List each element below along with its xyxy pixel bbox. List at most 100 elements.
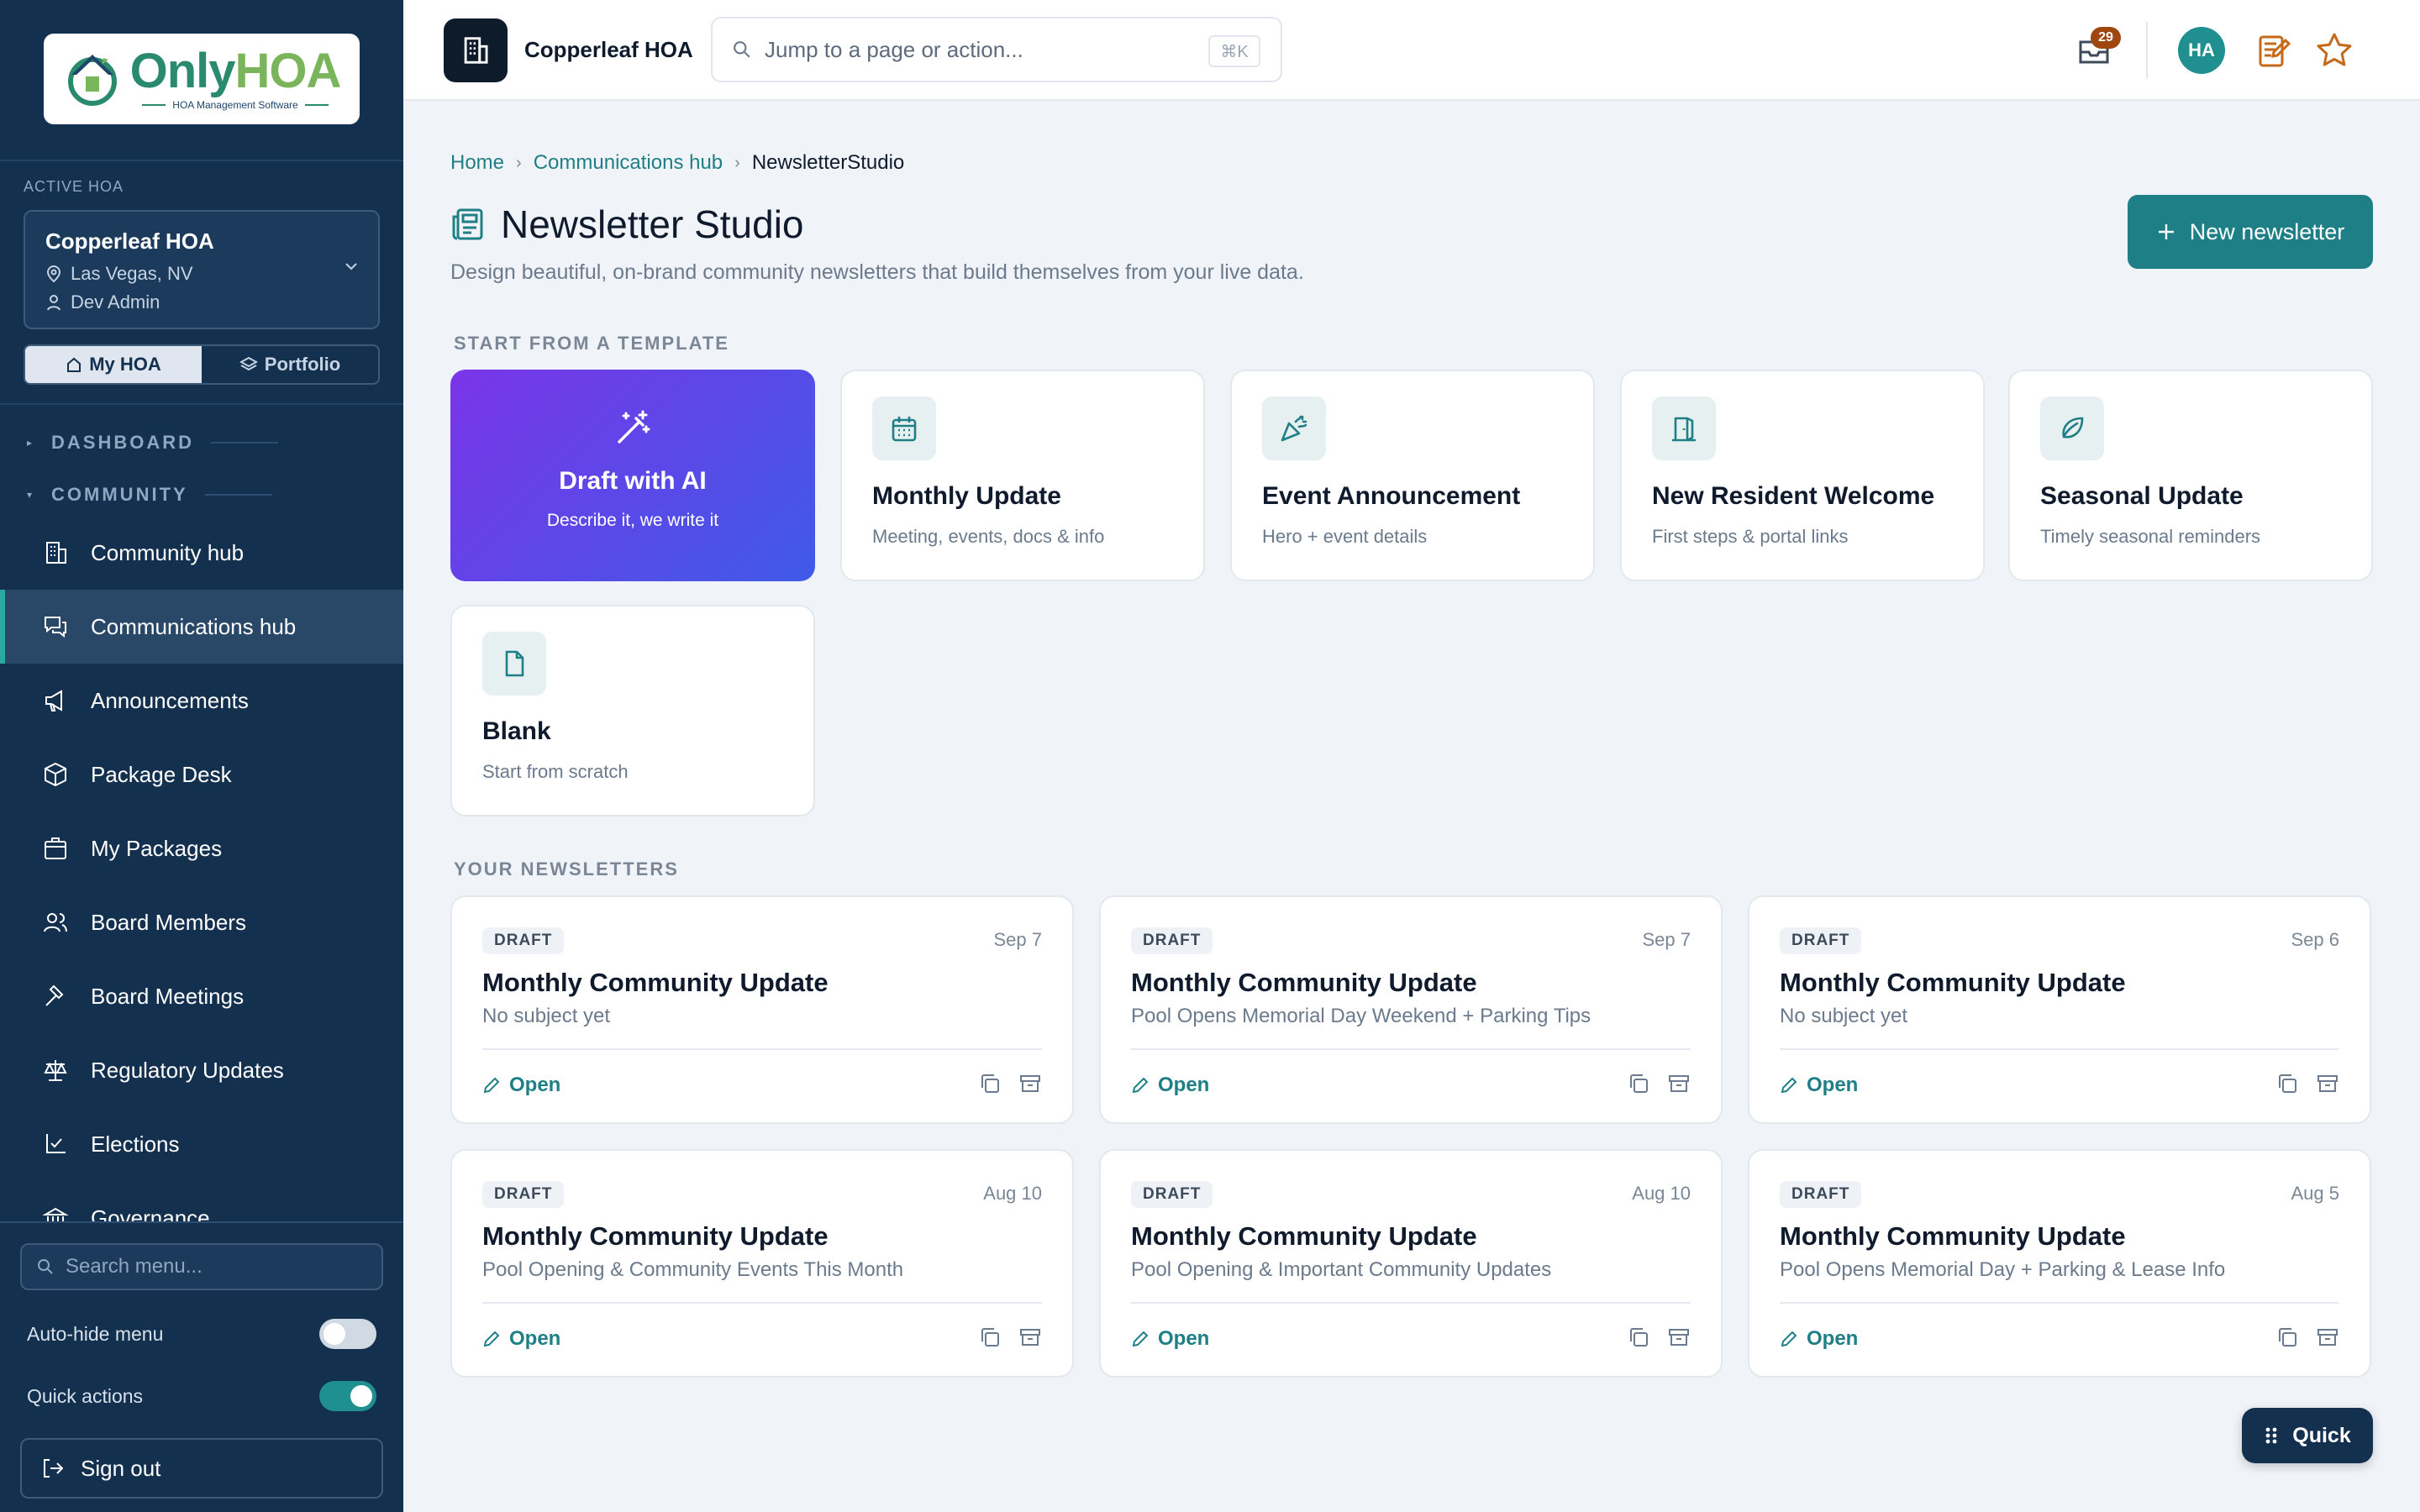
newsletter-date: Aug 5 — [2291, 1183, 2340, 1204]
duplicate-icon[interactable] — [1625, 1070, 1652, 1097]
my-hoa-tab[interactable]: My HOA — [25, 346, 202, 383]
newsletter-date: Sep 7 — [993, 929, 1043, 950]
app-building-button[interactable] — [444, 18, 508, 82]
quick-actions-label: Quick actions — [27, 1384, 144, 1407]
auto-hide-label: Auto-hide menu — [27, 1322, 164, 1345]
sidebar: OnlyHOA HOA Management Software ACTIVE H… — [0, 0, 403, 1512]
duplicate-icon[interactable] — [1625, 1324, 1652, 1351]
template-title: Draft with AI — [559, 467, 707, 495]
sidebar-item-announcements[interactable]: Announcements — [0, 664, 403, 738]
template-monthly-update[interactable]: Monthly Update Meeting, events, docs & i… — [840, 370, 1205, 581]
open-newsletter-button[interactable]: Open — [1780, 1327, 1858, 1351]
sidebar-item-my-packages[interactable]: My Packages — [0, 811, 403, 885]
newsletter-date: Aug 10 — [1632, 1183, 1691, 1204]
breadcrumb-communications-hub[interactable]: Communications hub — [534, 151, 723, 175]
archive-icon[interactable] — [1017, 1070, 1044, 1097]
status-badge: DRAFT — [482, 927, 565, 954]
new-newsletter-button[interactable]: New newsletter — [2128, 195, 2373, 269]
caret-right-icon: ▸ — [27, 437, 35, 449]
breadcrumb-home[interactable]: Home — [450, 151, 504, 175]
template-desc: Timely seasonal reminders — [2040, 526, 2261, 547]
template-desc: Meeting, events, docs & info — [872, 526, 1105, 547]
sidebar-item-board-meetings[interactable]: Board Meetings — [0, 959, 403, 1033]
notepad-edit-icon[interactable] — [2254, 30, 2294, 71]
duplicate-icon[interactable] — [2274, 1324, 2301, 1351]
chevron-down-icon — [345, 263, 357, 270]
newsletter-card: DRAFT Aug 10 Monthly Community Update Po… — [450, 1149, 1074, 1378]
quick-actions-toggle[interactable] — [319, 1381, 376, 1411]
template-title: Monthly Update — [872, 482, 1061, 510]
star-icon[interactable] — [2314, 30, 2354, 71]
party-popper-icon — [1281, 415, 1307, 442]
user-avatar[interactable]: HA — [2178, 27, 2225, 74]
hoa-name: Copperleaf HOA — [45, 228, 214, 254]
layers-icon — [239, 356, 258, 371]
quick-actions-button[interactable]: Quick — [2242, 1408, 2373, 1463]
archive-icon[interactable] — [1665, 1324, 1692, 1351]
logo-house-icon — [67, 55, 117, 106]
newsletter-subject: Pool Opening & Important Community Updat… — [1131, 1258, 1552, 1281]
archive-icon[interactable] — [2314, 1070, 2341, 1097]
onlyhoa-logo[interactable]: OnlyHOA HOA Management Software — [44, 34, 360, 124]
template-title: New Resident Welcome — [1652, 482, 1935, 510]
global-search-input[interactable]: Jump to a page or action... ⌘K — [711, 17, 1282, 82]
template-draft-with-ai[interactable]: Draft with AI Describe it, we write it — [450, 370, 815, 581]
template-desc: First steps & portal links — [1652, 526, 1849, 547]
open-newsletter-button[interactable]: Open — [1131, 1327, 1209, 1351]
open-newsletter-button[interactable]: Open — [482, 1327, 560, 1351]
template-seasonal-update[interactable]: Seasonal Update Timely seasonal reminder… — [2008, 370, 2373, 581]
inbox-count-badge: 29 — [2091, 27, 2121, 49]
section-dashboard[interactable]: ▸ DASHBOARD — [27, 432, 279, 454]
auto-hide-toggle[interactable] — [319, 1319, 376, 1349]
inbox-button[interactable]: 29 — [2074, 27, 2121, 71]
sidebar-item-board-members[interactable]: Board Members — [0, 885, 403, 959]
vote-icon — [46, 1134, 66, 1153]
hoa-scope-toggle: My HOA Portfolio — [24, 344, 380, 385]
search-icon — [38, 1259, 53, 1274]
newsletter-card: DRAFT Sep 7 Monthly Community Update No … — [450, 895, 1074, 1124]
pencil-icon — [1781, 1077, 1797, 1094]
sidebar-search-input[interactable]: Search menu... — [20, 1243, 383, 1290]
open-newsletter-button[interactable]: Open — [1131, 1074, 1209, 1097]
active-hoa-label: ACTIVE HOA — [24, 178, 124, 195]
duplicate-icon[interactable] — [2274, 1070, 2301, 1097]
template-new-resident-welcome[interactable]: New Resident Welcome First steps & porta… — [1620, 370, 1985, 581]
plus-icon — [2158, 224, 2174, 239]
newsletter-date: Sep 6 — [2291, 929, 2340, 950]
sidebar-item-communications-hub[interactable]: Communications hub — [0, 590, 403, 664]
sidebar-item-community-hub[interactable]: Community hub — [0, 516, 403, 590]
status-badge: DRAFT — [1780, 1181, 1862, 1208]
sign-out-icon — [44, 1459, 64, 1478]
section-community[interactable]: ▾ COMMUNITY — [27, 484, 272, 506]
location-pin-icon — [46, 265, 61, 283]
portfolio-tab[interactable]: Portfolio — [202, 346, 378, 383]
template-event-announcement[interactable]: Event Announcement Hero + event details — [1230, 370, 1595, 581]
sidebar-item-elections[interactable]: Elections — [0, 1107, 403, 1181]
breadcrumb-separator: › — [734, 153, 740, 172]
building-icon — [46, 542, 66, 564]
newsletter-card: DRAFT Sep 7 Monthly Community Update Poo… — [1099, 895, 1723, 1124]
archive-icon[interactable] — [1017, 1324, 1044, 1351]
template-title: Seasonal Update — [2040, 482, 2244, 510]
duplicate-icon[interactable] — [976, 1070, 1003, 1097]
open-newsletter-button[interactable]: Open — [482, 1074, 560, 1097]
gavel-icon — [45, 984, 64, 1006]
templates-section-label: START FROM A TEMPLATE — [454, 333, 729, 354]
sidebar-item-package-desk[interactable]: Package Desk — [0, 738, 403, 811]
template-blank[interactable]: Blank Start from scratch — [450, 605, 815, 816]
sign-out-button[interactable]: Sign out — [20, 1438, 383, 1499]
status-badge: DRAFT — [1780, 927, 1862, 954]
open-newsletter-button[interactable]: Open — [1780, 1074, 1858, 1097]
newsletter-card: DRAFT Aug 5 Monthly Community Update Poo… — [1748, 1149, 2371, 1378]
archive-icon[interactable] — [2314, 1324, 2341, 1351]
home-icon — [67, 357, 82, 372]
sidebar-item-regulatory-updates[interactable]: Regulatory Updates — [0, 1033, 403, 1107]
template-desc: Hero + event details — [1262, 526, 1428, 547]
top-bar-divider — [2146, 22, 2148, 79]
duplicate-icon[interactable] — [976, 1324, 1003, 1351]
archive-icon[interactable] — [1665, 1070, 1692, 1097]
newsletter-date: Sep 7 — [1642, 929, 1691, 950]
hoa-switcher[interactable]: Copperleaf HOA Las Vegas, NV Dev Admin — [24, 210, 380, 329]
hoa-location: Las Vegas, NV — [71, 263, 193, 284]
status-badge: DRAFT — [1131, 1181, 1213, 1208]
